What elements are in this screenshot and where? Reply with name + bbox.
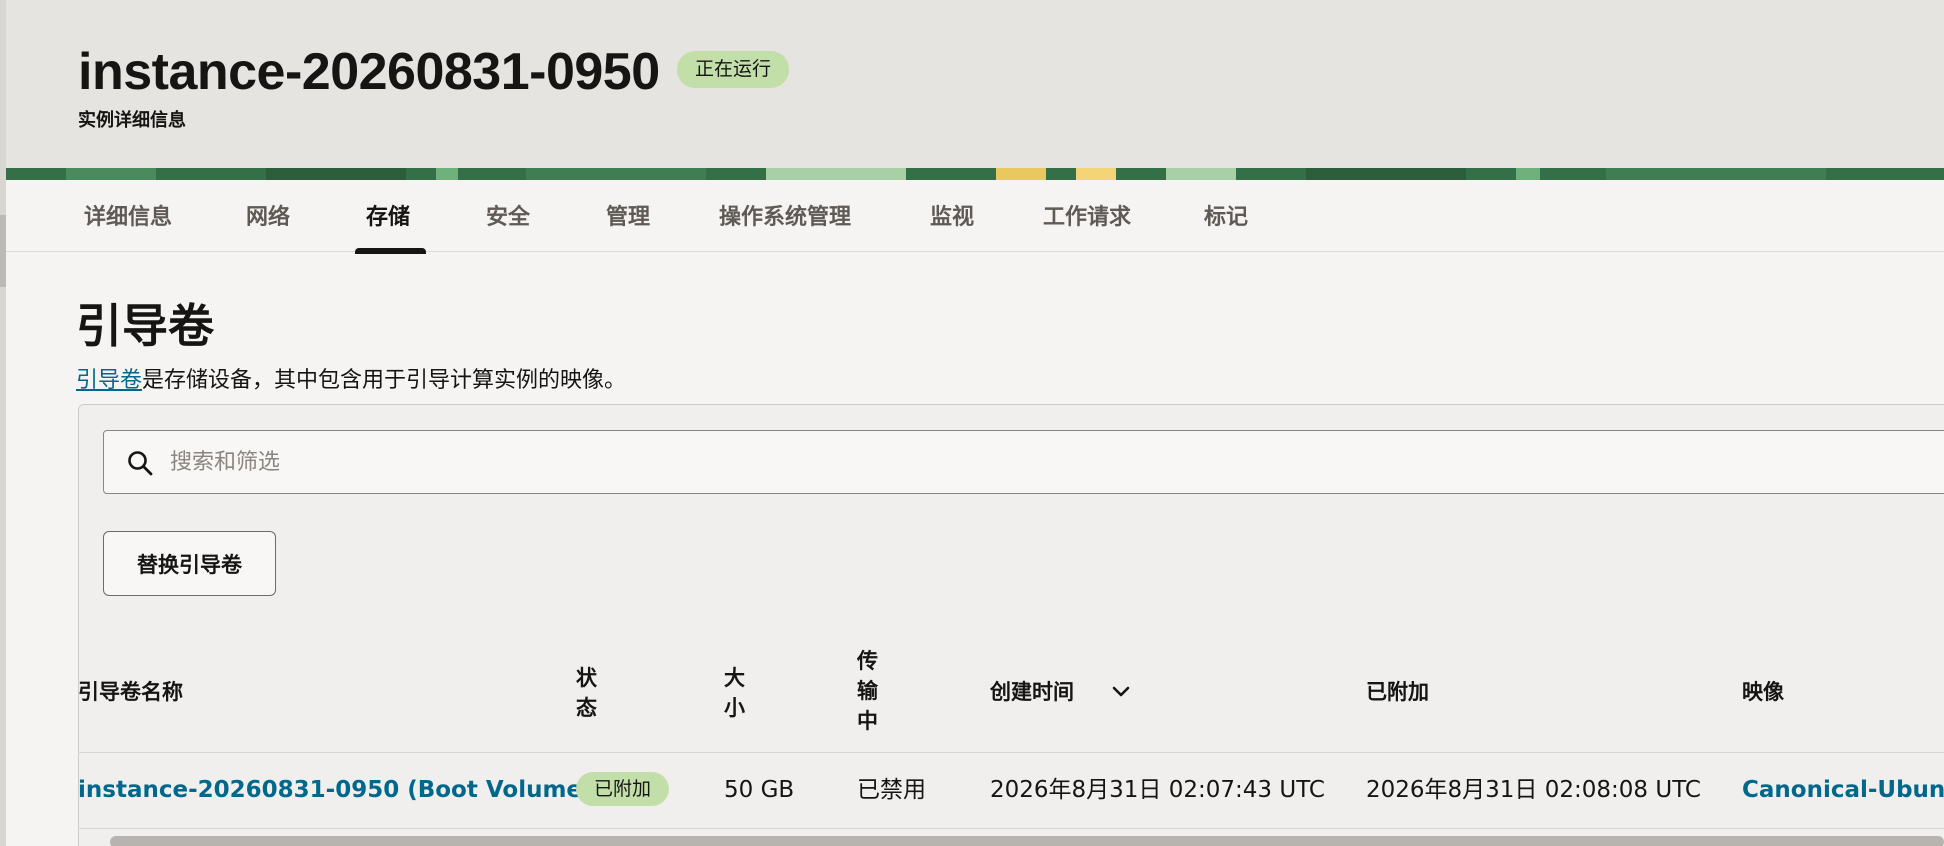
column-header-attached[interactable]: 已附加	[1366, 678, 1429, 706]
search-box[interactable]	[103, 430, 1944, 494]
section-description-text: 是存储设备，其中包含用于引导计算实例的映像。	[142, 368, 627, 393]
tab-networking[interactable]: 网络	[246, 180, 290, 252]
row-in-transit: 已禁用	[857, 777, 926, 803]
boot-volume-name-link[interactable]: instance-20260831-0950 (Boot Volume)	[78, 774, 593, 806]
boot-volume-help-link[interactable]: 引导卷	[76, 368, 142, 393]
column-header-status[interactable]: 状态	[576, 663, 606, 723]
tab-details[interactable]: 详细信息	[84, 180, 172, 252]
tab-monitoring[interactable]: 监视	[930, 180, 974, 252]
section-title: 引导卷	[76, 299, 214, 353]
horizontal-scrollbar[interactable]	[110, 836, 1944, 846]
page-header: instance-20260831-0950 正在运行 实例详细信息	[6, 0, 1944, 168]
table-row-divider	[78, 828, 1944, 829]
column-header-name[interactable]: 引导卷名称	[78, 678, 183, 706]
row-status-badge: 已附加	[576, 772, 670, 806]
section-description: 引导卷是存储设备，其中包含用于引导计算实例的映像。	[76, 362, 626, 394]
row-size: 50 GB	[724, 777, 795, 803]
page-subtitle: 实例详细信息	[78, 110, 186, 131]
row-attached-time: 2026年8月31日 02:08:08 UTC	[1366, 777, 1701, 803]
tab-os-management[interactable]: 操作系统管理	[719, 180, 851, 252]
column-header-created[interactable]: 创建时间	[990, 678, 1074, 706]
search-icon	[128, 451, 153, 476]
search-input[interactable]	[170, 433, 1870, 491]
status-badge: 正在运行	[677, 51, 790, 88]
active-tab-indicator	[355, 248, 426, 254]
chevron-down-icon[interactable]	[1110, 681, 1132, 703]
tab-storage[interactable]: 存储	[366, 180, 410, 252]
table-header-divider	[78, 752, 1944, 753]
tab-work-requests[interactable]: 工作请求	[1043, 180, 1131, 252]
column-header-in-transit[interactable]: 传输中	[857, 646, 887, 736]
column-header-image[interactable]: 映像	[1742, 678, 1784, 706]
replace-boot-volume-button[interactable]: 替换引导卷	[103, 531, 276, 596]
tab-tags[interactable]: 标记	[1204, 180, 1248, 252]
tab-security[interactable]: 安全	[486, 180, 530, 252]
row-created-time: 2026年8月31日 02:07:43 UTC	[990, 777, 1325, 803]
column-header-size[interactable]: 大小	[724, 663, 754, 723]
decorative-banner	[6, 168, 1944, 180]
page-title: instance-20260831-0950	[78, 43, 660, 101]
row-image-link[interactable]: Canonical-Ubuntu	[1742, 774, 1944, 806]
tab-bar: 详细信息 网络 存储 安全 管理 操作系统管理 监视 工作请求 标记	[6, 180, 1944, 252]
banner-pattern	[6, 168, 1944, 180]
tab-management[interactable]: 管理	[606, 180, 650, 252]
